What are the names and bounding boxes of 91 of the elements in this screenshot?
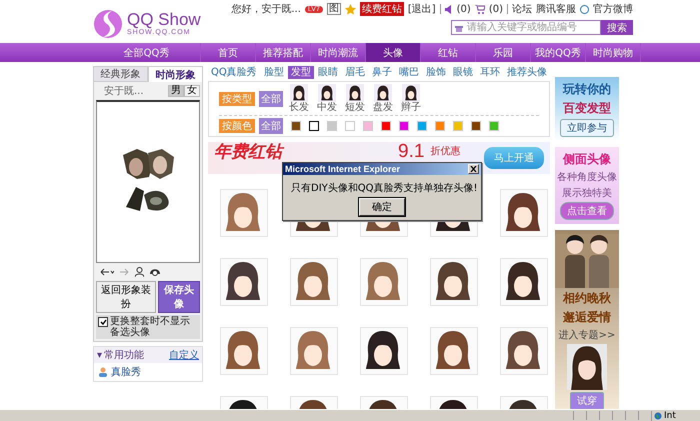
nav-tab[interactable]: 我的QQ秀 [531,43,586,62]
filter-label: 按类型 [219,92,255,106]
hair-item[interactable] [500,258,548,306]
nav-tab[interactable]: 推荐搭配 [256,43,311,62]
try-on-button[interactable]: 试穿 [570,392,604,409]
hair-item[interactable] [430,327,478,375]
checkbox-label: 更换整套时不显示备选头像 [110,316,191,338]
gift-icon [455,24,463,32]
ok-button[interactable]: 确定 [359,198,405,216]
banner-title: 年费红钻 [214,142,282,162]
person-icon [98,367,108,377]
all-button[interactable]: 全部 [259,118,283,134]
topic-link[interactable]: 进入专题>> [558,328,616,342]
category-tab[interactable]: 嘴巴 [396,66,422,79]
logout-link[interactable]: [退出] [408,2,436,16]
nav-tab[interactable]: 时尚购物 [586,43,641,62]
top-link[interactable]: 腾讯客服 [536,2,576,16]
ad-headline: 百变发型 [563,100,611,117]
filter-label: 按颜色 [219,119,255,133]
logo-text: QQ Show [127,11,201,29]
top-link[interactable]: 官方微博 [593,2,633,16]
category-tab[interactable]: 眉毛 [342,66,368,79]
gender-button[interactable]: 男 [168,85,184,97]
search-button[interactable]: 搜索 [601,20,633,35]
feature-ad[interactable]: 相约晚秋 邂逅爱情 进入专题>> 试穿 [555,230,619,409]
panel-tab[interactable]: 经典形象 [93,66,148,82]
nav-tab[interactable]: 首页 [201,43,256,62]
hair-item[interactable] [220,258,268,306]
collapse-toggle[interactable]: ▾ [97,350,102,360]
hair-item[interactable] [500,327,548,375]
hair-type-option[interactable]: 中发 [315,84,339,113]
photo-toggle[interactable]: 图 [326,3,341,15]
hair-type-option[interactable]: 长发 [287,84,311,113]
banner-suffix: 折优惠 [430,144,460,159]
ad-headline: 玩转你的 [563,81,611,98]
category-tab[interactable]: 鼻子 [368,66,395,79]
checkbox[interactable] [98,317,108,327]
hairstyle-ad[interactable]: 玩转你的 百变发型 立即参与 [555,77,619,141]
banner-discount: 9.1 [398,142,424,162]
profile-ad[interactable]: 侧面头像 各种角度头像 展示独特美 点击查看 [555,147,619,224]
panel-tab[interactable]: 时尚形象 [148,66,203,82]
nav-tab[interactable]: 全部QQ秀 [93,43,201,62]
close-button[interactable] [468,164,479,174]
logo-icon [93,8,123,40]
hair-type-option[interactable]: 辫子 [399,84,423,113]
hair-type-option[interactable]: 盘发 [371,84,395,113]
ad-text: 展示独特美 [562,186,612,200]
category-tab[interactable]: 脸型 [260,66,287,79]
hair-item[interactable] [430,258,478,306]
nav-tab[interactable]: 红钻 [421,43,476,62]
zone-text: Int [664,410,676,420]
nav-tab[interactable]: 乐园 [476,43,531,62]
renew-button[interactable]: 续费红钻 [360,2,404,16]
user-name: 安于既... [104,84,144,98]
hair-tool-icon[interactable] [150,267,160,277]
category-tab[interactable]: 眼镜 [450,66,476,79]
cart-count: (0) [488,4,503,14]
cart-icon[interactable] [474,4,485,14]
category-tab[interactable]: 脸饰 [422,66,449,79]
undo-icon[interactable] [100,268,114,276]
color-swatch[interactable] [309,121,319,131]
dialog-title: Microsoft Internet Explorer [285,164,400,174]
join-button[interactable]: 立即参与 [560,119,614,137]
hair-item[interactable] [500,189,548,237]
nav-tab[interactable]: 头像 [366,43,421,62]
category-tab[interactable]: 发型 [288,66,314,79]
all-button[interactable]: 全部 [259,90,283,106]
message-count: (0) [456,4,471,14]
top-link[interactable]: 论坛 [512,2,532,16]
customize-link[interactable]: 自定义 [169,348,199,362]
speaker-icon[interactable] [444,4,453,14]
category-tab[interactable]: 耳环 [476,66,503,79]
ad-headline: 邂逅爱情 [563,309,611,326]
save-button[interactable]: 保存头像 [158,281,200,313]
ad-headline: 相约晚秋 [563,290,611,307]
hair-type-option[interactable]: 短发 [343,84,367,113]
section-title: 常用功能 [104,348,144,362]
gender-button[interactable]: 女 [184,85,200,97]
category-tab[interactable]: 推荐头像 [504,66,550,79]
category-tab[interactable]: 眼睛 [314,66,341,79]
ad-headline: 侧面头像 [563,151,611,168]
person-icon[interactable] [135,267,144,277]
function-item[interactable]: 真脸秀 [94,363,202,381]
dialog-message: 只有DIY头像和QQ真脸秀支持单独存头像! [291,182,478,194]
greeting-text: 您好，安于既... [231,2,301,16]
category-tab[interactable]: QQ真脸秀 [208,66,260,79]
view-button[interactable]: 点击查看 [560,202,614,220]
ad-text: 各种角度头像 [557,170,617,184]
hair-item[interactable] [360,327,408,375]
star-icon [344,4,356,14]
return-button[interactable]: 返回形象装扮 [96,281,156,313]
